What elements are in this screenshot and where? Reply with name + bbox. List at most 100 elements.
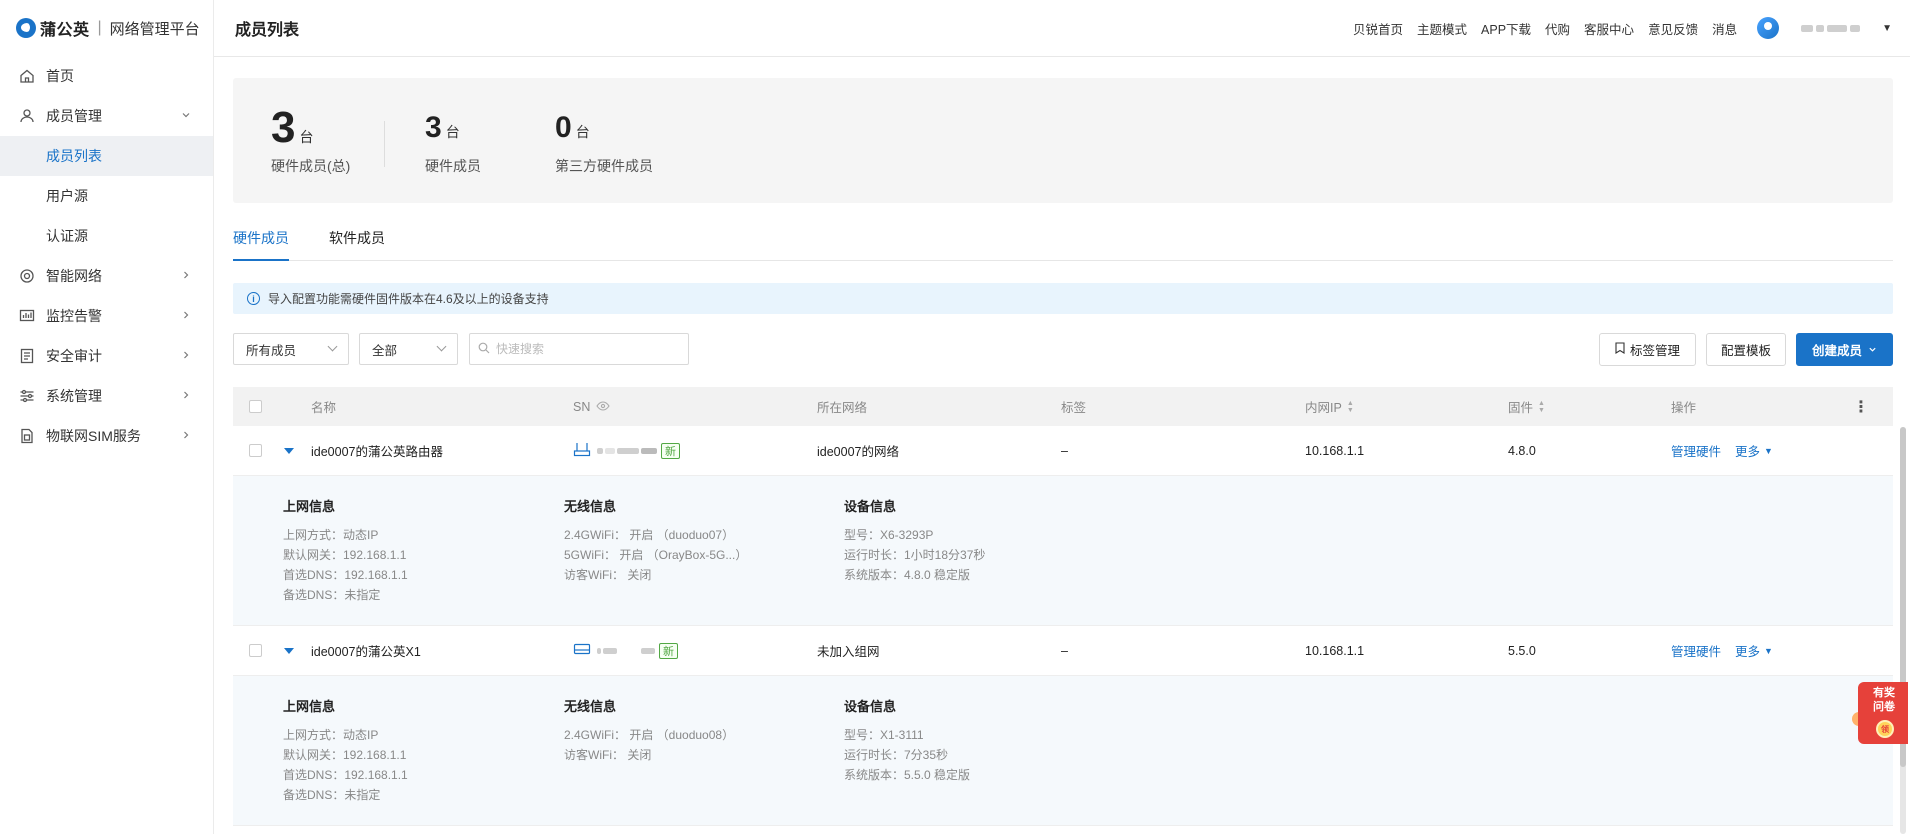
- detail-title: 无线信息: [564, 699, 617, 714]
- row-checkbox[interactable]: [249, 626, 262, 675]
- sim-icon: [18, 427, 36, 445]
- tab-software-members[interactable]: 软件成员: [329, 228, 385, 261]
- more-link[interactable]: 更多: [1735, 641, 1760, 660]
- sidebar-item-auth-source[interactable]: 认证源: [0, 216, 213, 256]
- sidebar-item-label: 物联网SIM服务: [46, 428, 141, 444]
- table-header: 名称 SN 所在网络 标签 内网IP ▲ ▼ 固件 ▲ ▼ 操作 ⋮: [233, 387, 1893, 426]
- button-label: 创建成员: [1811, 344, 1862, 358]
- stat-unit: 台: [575, 124, 590, 140]
- settings-icon: [18, 387, 36, 405]
- member-table: 名称 SN 所在网络 标签 内网IP ▲ ▼ 固件 ▲ ▼ 操作 ⋮ ide00…: [233, 387, 1893, 826]
- internet-info: 上网信息 上网方式：动态IP 默认网关：192.168.1.1 首选DNS：19…: [283, 696, 408, 805]
- sidebar-item-label: 智能网络: [46, 268, 102, 284]
- row-actions: 管理硬件 更多 ▼: [1671, 626, 1773, 675]
- chevron-down-icon: [1868, 343, 1877, 357]
- detail-line: 首选DNS：192.168.1.1: [283, 768, 408, 782]
- home-icon: [18, 67, 36, 85]
- top-link-app-download[interactable]: APP下载: [1481, 19, 1531, 38]
- sidebar-item-label: 成员列表: [46, 148, 102, 164]
- sidebar-item-monitor-alert[interactable]: 监控告警: [0, 296, 213, 336]
- network-icon: [18, 267, 36, 285]
- sidebar-item-security-audit[interactable]: 安全审计: [0, 336, 213, 376]
- sidebar-item-iot-sim[interactable]: 物联网SIM服务: [0, 416, 213, 456]
- member-filter-select[interactable]: 所有成员: [233, 333, 349, 365]
- search-input[interactable]: [496, 342, 676, 356]
- tab-hardware-members[interactable]: 硬件成员: [233, 228, 289, 261]
- top-link-purchase[interactable]: 代购: [1545, 19, 1570, 38]
- row-actions: 管理硬件 更多 ▼: [1671, 426, 1773, 475]
- notice-text: 导入配置功能需硬件固件版本在4.6及以上的设备支持: [268, 292, 549, 306]
- user-dropdown-caret-icon[interactable]: ▼: [1882, 23, 1892, 34]
- detail-title: 上网信息: [283, 499, 336, 514]
- sidebar-item-member-management[interactable]: 成员管理: [0, 96, 213, 136]
- detail-line: 首选DNS：192.168.1.1: [283, 568, 408, 582]
- header-sn: SN: [573, 387, 611, 426]
- create-member-button[interactable]: 创建成员: [1796, 333, 1893, 366]
- table-row[interactable]: ide0007的蒲公英X1 新 未加入组网 – 10.168.1.1 5.5.0…: [233, 626, 1893, 676]
- brand-logo[interactable]: 蒲公英 | 网络管理平台: [0, 0, 213, 56]
- sidebar-item-home[interactable]: 首页: [0, 56, 213, 96]
- avatar[interactable]: [1757, 17, 1780, 39]
- top-link-feedback[interactable]: 意见反馈: [1648, 19, 1698, 38]
- stat-label: 第三方硬件成员: [555, 158, 653, 174]
- info-icon: i: [247, 292, 260, 305]
- device-ip: 10.168.1.1: [1305, 443, 1365, 458]
- expand-toggle-icon[interactable]: [284, 426, 294, 475]
- manage-hardware-link[interactable]: 管理硬件: [1671, 441, 1721, 460]
- stats-panel: 3台 硬件成员(总) 3台 硬件成员 0台 第三方硬件成员: [233, 78, 1893, 203]
- top-link-service-center[interactable]: 客服中心: [1584, 19, 1634, 38]
- column-settings-icon[interactable]: ⋮: [1853, 387, 1869, 426]
- chevron-right-icon: [181, 390, 191, 403]
- header-actions: 操作: [1671, 401, 1697, 415]
- sn-redacted: [597, 447, 657, 454]
- survey-widget[interactable]: 有奖问卷 领: [1852, 682, 1908, 746]
- header-firmware[interactable]: 固件 ▲ ▼: [1508, 387, 1545, 426]
- button-label: 标签管理: [1629, 344, 1680, 358]
- chevron-right-icon: [181, 270, 191, 283]
- table-row[interactable]: ide0007的蒲公英路由器 新 ide0007的网络 – 10.168.1.1…: [233, 426, 1893, 476]
- stat-label: 硬件成员: [425, 158, 481, 174]
- tag-manage-button[interactable]: 标签管理: [1599, 333, 1696, 366]
- header-name: 名称: [311, 401, 337, 415]
- header-ip[interactable]: 内网IP ▲ ▼: [1305, 387, 1354, 426]
- manage-hardware-link[interactable]: 管理硬件: [1671, 641, 1721, 660]
- sort-icon[interactable]: ▲ ▼: [1347, 400, 1354, 414]
- top-link-beirui-home[interactable]: 贝锐首页: [1353, 19, 1403, 38]
- device-tag: –: [1061, 443, 1068, 458]
- sidebar-item-system-management[interactable]: 系统管理: [0, 376, 213, 416]
- type-filter-select[interactable]: 全部: [359, 333, 458, 365]
- config-template-button[interactable]: 配置模板: [1706, 333, 1786, 366]
- stat-hardware-total: 3台 硬件成员(总): [271, 106, 350, 176]
- eye-icon[interactable]: [596, 400, 611, 414]
- new-badge: 新: [659, 642, 678, 659]
- detail-title: 设备信息: [844, 699, 897, 714]
- top-link-theme-mode[interactable]: 主题模式: [1417, 19, 1467, 38]
- sidebar-item-user-source[interactable]: 用户源: [0, 176, 213, 216]
- expand-toggle-icon[interactable]: [284, 626, 294, 675]
- device-info: 设备信息 型号：X1-3111 运行时长：7分35秒 系统版本：5.5.0 稳定…: [844, 696, 970, 785]
- stat-unit: 台: [299, 129, 314, 145]
- select-all-checkbox[interactable]: [249, 387, 262, 426]
- device-network: ide0007的网络: [817, 445, 899, 459]
- tag-icon: [1615, 342, 1625, 357]
- device-name: ide0007的蒲公英路由器: [311, 445, 443, 459]
- sort-icon[interactable]: ▲ ▼: [1538, 400, 1545, 414]
- more-link[interactable]: 更多: [1735, 441, 1760, 460]
- top-link-messages[interactable]: 消息: [1712, 19, 1737, 38]
- detail-title: 设备信息: [844, 499, 897, 514]
- chevron-down-icon: [436, 341, 447, 352]
- sidebar-item-label: 成员管理: [46, 108, 102, 124]
- sidebar-item-member-list[interactable]: 成员列表: [0, 136, 213, 176]
- header-firmware-label: 固件: [1508, 401, 1534, 415]
- row-detail-panel: 上网信息 上网方式：动态IP 默认网关：192.168.1.1 首选DNS：19…: [233, 676, 1893, 826]
- member-tabs: 硬件成员 软件成员: [233, 228, 1893, 261]
- search-box[interactable]: [469, 333, 689, 365]
- chevron-down-icon: [181, 110, 191, 123]
- sidebar-item-smart-network[interactable]: 智能网络: [0, 256, 213, 296]
- stat-value: 0: [555, 111, 572, 144]
- more-caret-icon[interactable]: ▼: [1764, 446, 1773, 456]
- user-name-redacted[interactable]: [1801, 24, 1861, 32]
- device-info: 设备信息 型号：X6-3293P 运行时长：1小时18分37秒 系统版本：4.8…: [844, 496, 985, 585]
- row-checkbox[interactable]: [249, 426, 262, 475]
- more-caret-icon[interactable]: ▼: [1764, 646, 1773, 656]
